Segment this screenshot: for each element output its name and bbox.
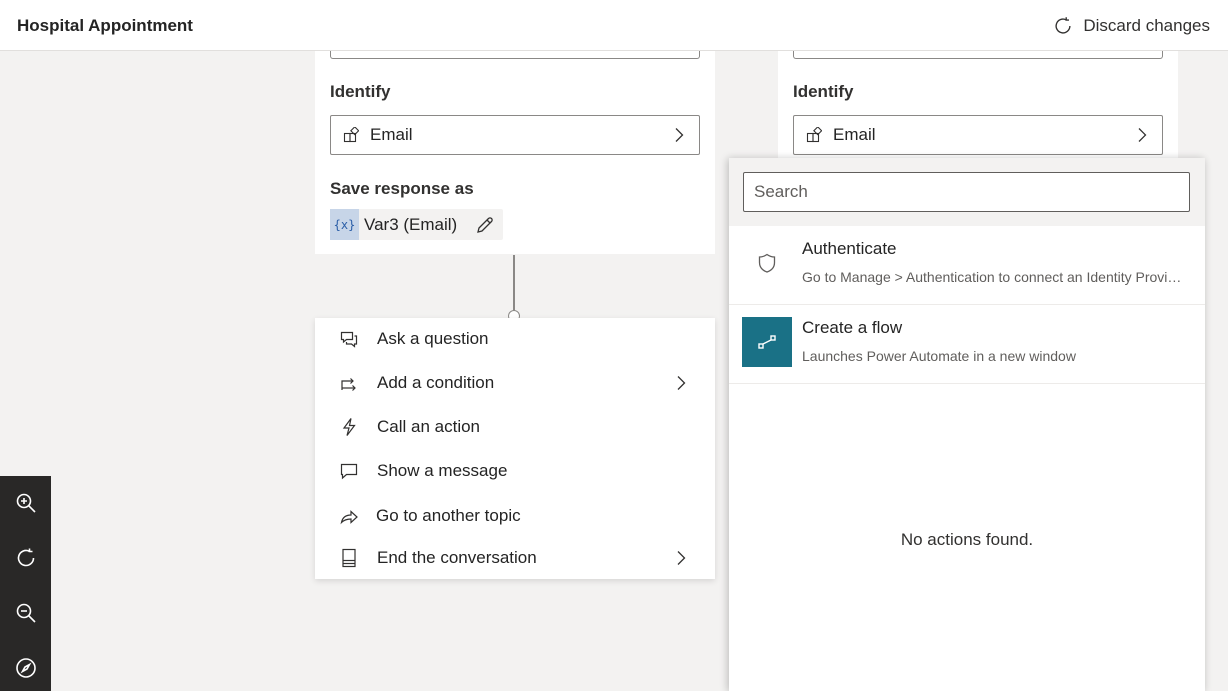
discard-changes-label: Discard changes (1083, 16, 1210, 35)
reset-icon (17, 548, 34, 567)
chevron-right-icon (1138, 128, 1147, 142)
pencil-icon[interactable] (475, 215, 495, 235)
node-connector-line (513, 255, 515, 312)
menu-item-label: Show a message (377, 461, 508, 480)
chevron-right-icon (675, 128, 684, 142)
chevron-right-icon (677, 551, 686, 565)
zoom-out-button[interactable] (0, 586, 51, 640)
flow-icon (742, 317, 792, 367)
menu-item-label: Ask a question (377, 329, 489, 348)
identify-entity-selector[interactable]: Email (330, 115, 700, 155)
zoom-in-button[interactable] (0, 476, 51, 530)
share-arrow-icon (340, 510, 358, 525)
entity-icon (806, 127, 822, 143)
entity-icon (343, 127, 359, 143)
action-picker-panel: Authenticate Go to Manage > Authenticati… (729, 158, 1205, 691)
action-title: Create a flow (802, 318, 903, 337)
top-bar: Hospital Appointment Discard changes (0, 0, 1228, 51)
save-response-label: Save response as (330, 179, 474, 198)
menu-item-go-to-topic[interactable]: Go to another topic (315, 496, 715, 536)
no-actions-message: No actions found. (900, 530, 1034, 549)
action-create-flow[interactable]: Create a flow Launches Power Automate in… (729, 305, 1205, 384)
entity-value: Email (370, 125, 413, 144)
menu-item-label: End the conversation (377, 548, 537, 567)
zoom-controls (0, 476, 51, 691)
search-area (729, 158, 1205, 226)
variable-name: Var3 (Email) (364, 214, 458, 234)
chat-question-icon (340, 331, 358, 348)
reset-zoom-button[interactable] (0, 531, 51, 585)
menu-item-add-condition[interactable]: Add a condition (315, 363, 715, 403)
action-authenticate[interactable]: Authenticate Go to Manage > Authenticati… (729, 226, 1205, 305)
chevron-right-icon (677, 376, 686, 390)
page-title: Hospital Appointment (17, 16, 193, 35)
action-title: Authenticate (802, 239, 897, 258)
menu-item-label: Add a condition (377, 373, 495, 392)
fit-view-button[interactable] (0, 641, 51, 691)
lightning-icon (342, 418, 356, 436)
branch-icon (341, 378, 356, 391)
compass-icon (15, 658, 36, 678)
shield-icon (742, 238, 792, 288)
identify-label-right: Identify (793, 82, 854, 101)
menu-item-ask-question[interactable]: Ask a question (315, 319, 715, 359)
question-node-card: Identify Email Save response as {x} Var3… (315, 51, 715, 254)
add-node-menu: Ask a question Add a condition Call an a… (315, 318, 715, 579)
action-description: Go to Manage > Authentication to connect… (802, 269, 1182, 285)
refresh-icon (1055, 17, 1071, 34)
menu-item-label: Call an action (377, 417, 481, 436)
previous-field-edge (330, 51, 700, 59)
menu-item-call-action[interactable]: Call an action (315, 407, 715, 447)
message-icon (340, 463, 358, 480)
action-description: Launches Power Automate in a new window (802, 348, 1076, 364)
question-node-card-right: Identify Email (778, 51, 1178, 158)
entity-value-right: Email (833, 125, 876, 144)
previous-field-edge-right (793, 51, 1163, 59)
variable-pill[interactable]: {x} Var3 (Email) (330, 209, 504, 240)
zoom-in-icon (16, 493, 36, 513)
menu-item-end-conversation[interactable]: End the conversation (315, 538, 715, 578)
menu-item-show-message[interactable]: Show a message (315, 451, 715, 491)
action-search-input[interactable] (743, 172, 1190, 212)
discard-changes-button[interactable]: Discard changes (1052, 13, 1210, 39)
variable-icon: {x} (330, 209, 359, 240)
identify-entity-selector-right[interactable]: Email (793, 115, 1163, 155)
identify-label: Identify (330, 82, 391, 101)
zoom-out-icon (16, 603, 36, 623)
menu-item-label: Go to another topic (376, 506, 521, 525)
end-icon (342, 548, 356, 568)
